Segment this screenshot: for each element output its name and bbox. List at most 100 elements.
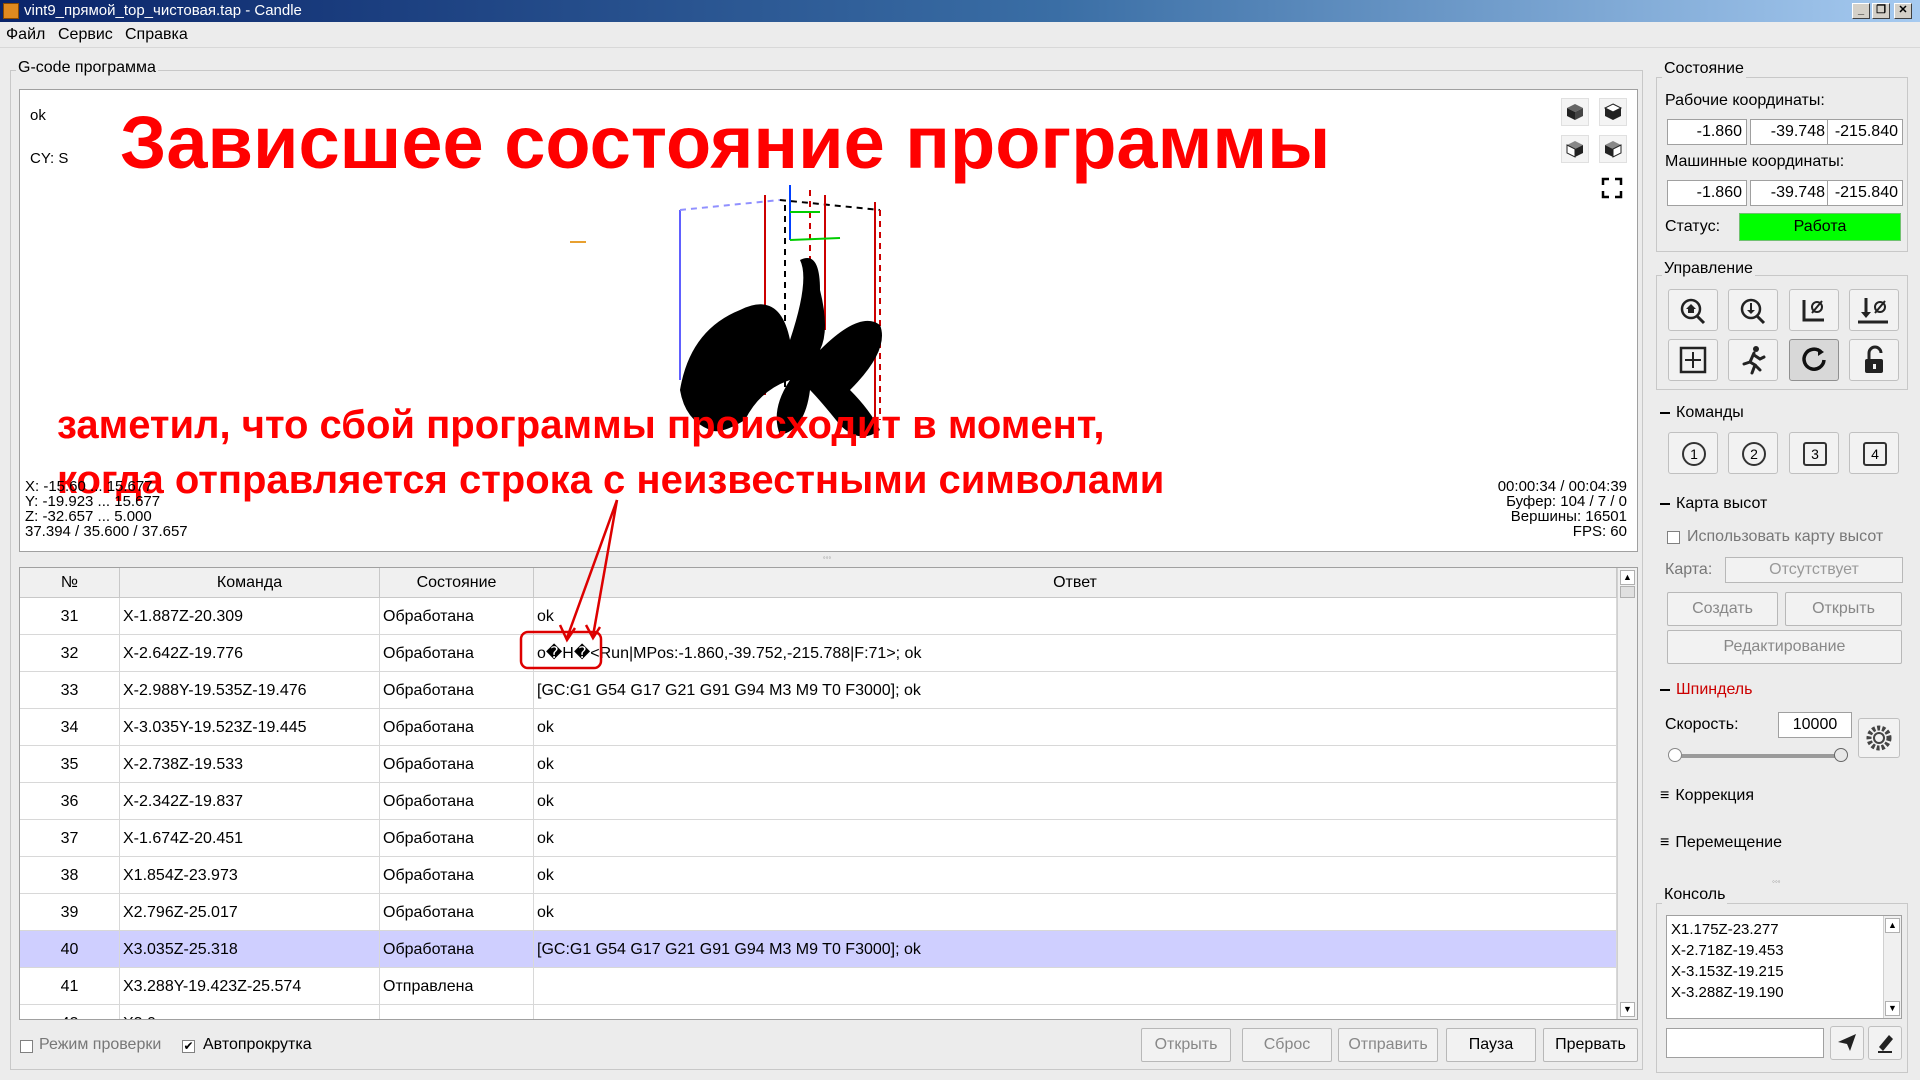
gcode-group-title: G-code программа [16, 59, 158, 77]
menu-bar: Файл Сервис Справка [0, 22, 1920, 48]
close-button[interactable]: ✕ [1894, 3, 1912, 19]
state-group-title: Состояние [1662, 60, 1746, 78]
table-row[interactable]: 40 X3.035Z-25.318 Обработана [GC:G1 G54 G17… [20, 931, 1617, 968]
table-scrollbar[interactable]: ▲ ▼ [1617, 568, 1637, 1019]
viz-time: 00:00:34 / 00:04:39 [1497, 478, 1627, 495]
col-header-response[interactable]: Ответ [534, 568, 1617, 598]
splitter-handle[interactable]: ◦◦◦ [815, 554, 839, 562]
table-row[interactable]: 35 X-2.738Z-19.533 Обработана ok [20, 746, 1617, 783]
minimize-button[interactable]: _ [1852, 3, 1870, 19]
heightmap-edit-button[interactable]: Редактирование [1667, 630, 1902, 664]
console-clear-button[interactable] [1868, 1026, 1902, 1060]
spindle-toggle-button[interactable] [1858, 718, 1900, 758]
viz-range-x: X: -15.60 ... 15.677 [25, 478, 153, 495]
col-header-command[interactable]: Команда [120, 568, 380, 598]
use-heightmap-checkbox[interactable] [1667, 531, 1680, 544]
table-row[interactable]: 33 X-2.988Y-19.535Z-19.476 Обработана [GC:G… [20, 672, 1617, 709]
scroll-up-arrow[interactable]: ▲ [1620, 570, 1635, 585]
zero-xy-button[interactable] [1789, 289, 1839, 331]
title-bar: vint9_прямой_top_чистовая.tap - Candle _… [0, 0, 1920, 22]
menu-service[interactable]: Сервис [58, 26, 113, 44]
console-input[interactable] [1666, 1028, 1824, 1058]
machine-x-field: -1.860 [1667, 180, 1747, 206]
reset-button[interactable]: Сброс [1242, 1028, 1332, 1062]
view-left-button[interactable] [1599, 135, 1627, 163]
map-label: Карта: [1665, 561, 1713, 578]
col-header-num[interactable]: № [20, 568, 120, 598]
table-row[interactable]: 42X3.0... [20, 1005, 1617, 1019]
maximize-button[interactable]: ❐ [1872, 3, 1890, 19]
correction-section-title[interactable]: ≡ Коррекция [1660, 787, 1754, 805]
restore-origin-button[interactable] [1668, 339, 1718, 381]
table-row[interactable]: 37 X-1.674Z-20.451 Обработана ok [20, 820, 1617, 857]
work-z-field: -215.840 [1827, 119, 1903, 145]
viz-buffer: Буфер: 104 / 7 / 0 [1506, 493, 1627, 510]
cell-response [534, 1005, 1617, 1019]
table-row[interactable]: 38 X1.854Z-23.973 Обработана ok [20, 857, 1617, 894]
fit-view-icon[interactable] [1599, 175, 1627, 203]
open-button[interactable]: Открыть [1141, 1028, 1231, 1062]
command-2-button[interactable]: 2 [1728, 432, 1778, 474]
cell-num: 31 [20, 598, 120, 635]
command-4-button[interactable]: 4 [1849, 432, 1899, 474]
scroll-down-arrow[interactable]: ▼ [1620, 1002, 1635, 1017]
heightmap-open-button[interactable]: Открыть [1785, 592, 1902, 626]
unlock-button[interactable] [1849, 339, 1899, 381]
console-scroll-down[interactable]: ▼ [1885, 1001, 1900, 1016]
console-scroll-up[interactable]: ▲ [1885, 918, 1900, 933]
probe-z-button[interactable] [1728, 289, 1778, 331]
view-top-button[interactable] [1599, 98, 1627, 126]
spindle-section-title[interactable]: Шпиндель [1660, 681, 1752, 699]
table-row[interactable]: 31 X-1.887Z-20.309 Обработана ok [20, 598, 1617, 635]
autoscroll-checkbox[interactable]: ✔ [182, 1040, 195, 1053]
table-row[interactable]: 41 X3.288Y-19.423Z-25.574 Отправлена [20, 968, 1617, 1005]
console-output[interactable]: X1.175Z-23.277 X-2.718Z-19.453 X-3.153Z-19… [1666, 915, 1902, 1019]
cell-num: 42 [20, 1005, 120, 1019]
cell-response: ok [534, 857, 1617, 894]
cell-response: ok [534, 598, 1617, 635]
control-group-title: Управление [1662, 260, 1755, 278]
check-mode-checkbox[interactable] [20, 1040, 33, 1053]
send-button[interactable]: Отправить [1338, 1028, 1438, 1062]
zero-z-button[interactable] [1849, 289, 1899, 331]
program-table[interactable]: № Команда Состояние Ответ 31 X-1.887Z-20.… [19, 567, 1638, 1020]
table-row[interactable]: 36 X-2.342Z-19.837 Обработана ok [20, 783, 1617, 820]
home-button[interactable] [1668, 289, 1718, 331]
console-group-title: Консоль [1662, 886, 1728, 904]
command-1-button[interactable]: 1 [1668, 432, 1718, 474]
col-header-state[interactable]: Состояние [380, 568, 534, 598]
view-iso-button[interactable] [1561, 98, 1589, 126]
spindle-slider-fill [1675, 754, 1841, 758]
heightmap-create-button[interactable]: Создать [1667, 592, 1778, 626]
view-front-button[interactable] [1561, 135, 1589, 163]
table-row[interactable]: 34 X-3.035Y-19.523Z-19.445 Обработана ok [20, 709, 1617, 746]
command-1-label: 1 [1682, 442, 1706, 466]
table-row[interactable]: 39 X2.796Z-25.017 Обработана ok [20, 894, 1617, 931]
console-scrollbar[interactable]: ▲ ▼ [1883, 916, 1901, 1018]
panel-splitter-handle[interactable]: ◦◦◦ [1772, 877, 1781, 886]
visualizer[interactable]: ok CY: S Зависшее состояние программы за… [19, 89, 1638, 552]
cell-response: ok [534, 783, 1617, 820]
console-send-button[interactable] [1830, 1026, 1864, 1060]
heightmap-section-title[interactable]: Карта высот [1660, 495, 1767, 513]
abort-button[interactable]: Прервать [1543, 1028, 1638, 1062]
menu-help[interactable]: Справка [125, 26, 188, 44]
reset-controller-button[interactable] [1789, 339, 1839, 381]
spindle-slider-handle[interactable] [1834, 748, 1848, 762]
safe-position-button[interactable] [1728, 339, 1778, 381]
pause-button[interactable]: Пауза [1446, 1028, 1536, 1062]
commands-section-title[interactable]: Команды [1660, 404, 1744, 422]
spindle-speed-slider[interactable] [1668, 748, 1848, 762]
scroll-thumb[interactable] [1620, 586, 1635, 598]
table-row[interactable]: 32 X-2.642Z-19.776 Обработана o�H�<Run|MPos… [20, 635, 1617, 672]
cell-response [534, 968, 1617, 1005]
command-3-button[interactable]: 3 [1789, 432, 1839, 474]
movement-section-title[interactable]: ≡ Перемещение [1660, 834, 1782, 852]
cell-response: ok [534, 894, 1617, 931]
cell-command: X-3.035Y-19.523Z-19.445 [120, 709, 380, 746]
autoscroll-label: Автопрокрутка [203, 1036, 312, 1053]
spindle-speed-input[interactable]: 10000 [1778, 712, 1852, 738]
viz-range-y: Y: -19.923 ... 15.677 [25, 493, 161, 510]
menu-file[interactable]: Файл [6, 26, 45, 44]
cell-num: 35 [20, 746, 120, 783]
